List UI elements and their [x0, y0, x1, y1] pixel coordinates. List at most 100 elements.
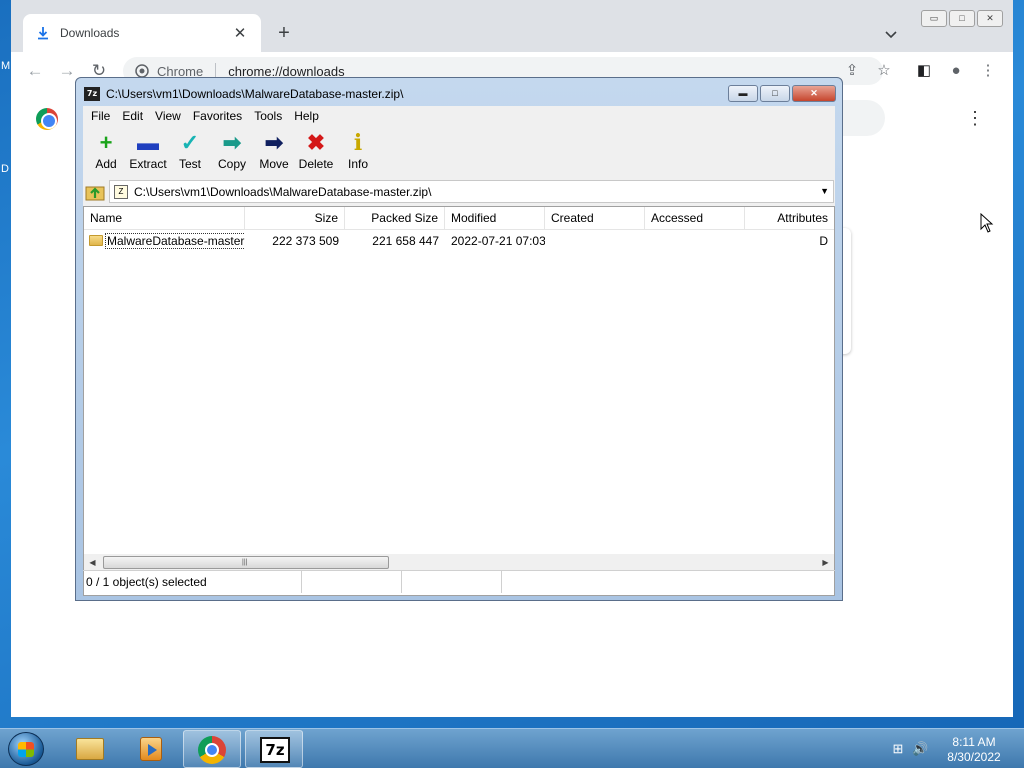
cell-accessed — [645, 231, 745, 251]
menu-bar: File Edit View Favorites Tools Help — [83, 106, 835, 126]
info-label: Info — [347, 157, 368, 171]
status-cell — [402, 571, 502, 593]
delete-label: Delete — [298, 157, 334, 171]
close-tab-icon[interactable]: ✕ — [230, 24, 250, 42]
chrome-tab-strip: Downloads ✕ + ▭ □ ✕ — [11, 0, 1013, 52]
share-icon[interactable]: ⇪ — [843, 62, 861, 80]
maximize-button[interactable]: □ — [760, 85, 790, 102]
column-accessed[interactable]: Accessed — [645, 207, 745, 230]
menu-file[interactable]: File — [85, 106, 116, 126]
scroll-left-icon[interactable]: ◀ — [84, 554, 101, 571]
info-icon: i — [353, 130, 363, 156]
menu-help[interactable]: Help — [288, 106, 325, 126]
minimize-button[interactable]: ▭ — [921, 10, 947, 27]
close-button[interactable]: ✕ — [792, 85, 836, 102]
7zip-client-area: File Edit View Favorites Tools Help + Ad… — [83, 106, 835, 596]
menu-edit[interactable]: Edit — [116, 106, 149, 126]
maximize-button[interactable]: □ — [949, 10, 975, 27]
extract-button[interactable]: ▬ Extract — [127, 127, 169, 177]
address-row: Z C:\Users\vm1\Downloads\MalwareDatabase… — [83, 180, 835, 204]
cell-size: 222 373 509 — [272, 234, 339, 248]
copy-button[interactable]: ➡ Copy — [211, 127, 253, 177]
network-icon[interactable]: ⊞ — [890, 741, 906, 757]
delete-button[interactable]: ✖ Delete — [295, 127, 337, 177]
7zip-toolbar: + Add ▬ Extract ✓ Test ➡ Copy ➡ Move ✖ D… — [83, 127, 835, 177]
extract-minus-icon: ▬ — [137, 130, 159, 155]
chrome-icon — [198, 736, 226, 764]
desktop-icon-label[interactable]: M — [1, 60, 10, 72]
new-tab-button[interactable]: + — [273, 22, 295, 44]
windows-logo-icon — [18, 742, 34, 757]
cell-modified: 2022-07-21 07:03 — [451, 234, 545, 248]
up-folder-icon[interactable] — [84, 182, 106, 202]
taskbar-chrome[interactable] — [183, 730, 241, 768]
mouse-pointer-icon — [980, 213, 994, 233]
clock[interactable]: 8:11 AM 8/30/2022 — [936, 735, 1012, 765]
chrome-window-controls: ▭ □ ✕ — [921, 10, 1003, 27]
taskbar: 7z ⊞ 🔊 8:11 AM 8/30/2022 — [0, 728, 1024, 768]
table-row[interactable]: MalwareDatabase-master 222 373 509 221 6… — [84, 231, 834, 251]
chrome-menu-icon[interactable]: ⋮ — [979, 62, 997, 80]
menu-favorites[interactable]: Favorites — [187, 106, 248, 126]
move-label: Move — [259, 157, 289, 171]
close-button[interactable]: ✕ — [977, 10, 1003, 27]
7zip-icon: 7z — [260, 737, 290, 763]
selection-status: 0 / 1 object(s) selected — [83, 571, 302, 593]
tab-search-chevron-icon[interactable] — [883, 26, 899, 42]
tab-downloads[interactable]: Downloads ✕ — [23, 14, 261, 52]
test-button[interactable]: ✓ Test — [169, 127, 211, 177]
clock-time: 8:11 AM — [952, 735, 996, 749]
minimize-button[interactable]: ▬ — [728, 85, 758, 102]
column-packed-size[interactable]: Packed Size — [345, 207, 445, 230]
column-attributes[interactable]: Attributes — [745, 207, 834, 230]
menu-view[interactable]: View — [149, 106, 187, 126]
horizontal-scrollbar[interactable]: ◀ ||| ▶ — [84, 554, 834, 571]
bookmark-star-icon[interactable]: ☆ — [875, 62, 893, 80]
start-button[interactable] — [8, 732, 44, 766]
desktop-edge: M D — [0, 0, 11, 728]
column-created[interactable]: Created — [545, 207, 645, 230]
path-combobox[interactable]: Z C:\Users\vm1\Downloads\MalwareDatabase… — [109, 180, 834, 203]
chrome-site-icon — [135, 64, 149, 78]
taskbar-explorer[interactable] — [60, 730, 118, 768]
7zip-app-icon[interactable]: 7z — [84, 87, 100, 101]
window-title: C:\Users\vm1\Downloads\MalwareDatabase-m… — [106, 87, 404, 101]
dropdown-arrow-icon[interactable]: ▼ — [820, 186, 829, 196]
menu-tools[interactable]: Tools — [248, 106, 288, 126]
downloads-menu-icon[interactable]: ⋮ — [966, 108, 984, 128]
test-check-icon: ✓ — [180, 130, 200, 155]
grip-icon: ||| — [242, 559, 248, 566]
column-modified[interactable]: Modified — [445, 207, 545, 230]
cell-name: MalwareDatabase-master — [84, 231, 245, 251]
extract-label: Extract — [129, 157, 167, 171]
taskbar-media-player[interactable] — [120, 730, 178, 768]
item-name: MalwareDatabase-master — [105, 233, 245, 249]
move-button[interactable]: ➡ Move — [253, 127, 295, 177]
column-size[interactable]: Size — [245, 207, 345, 230]
add-button[interactable]: + Add — [85, 127, 127, 177]
list-header: Name Size Packed Size Modified Created A… — [84, 207, 834, 230]
scroll-right-icon[interactable]: ▶ — [817, 554, 834, 571]
column-name[interactable]: Name — [84, 207, 245, 230]
scrollbar-thumb[interactable]: ||| — [103, 556, 389, 569]
side-panel-icon[interactable]: ◧ — [915, 62, 933, 80]
back-icon[interactable]: ← — [25, 61, 45, 81]
move-arrow-icon: ➡ — [264, 130, 284, 155]
copy-label: Copy — [217, 157, 246, 171]
status-bar: 0 / 1 object(s) selected — [83, 570, 835, 593]
volume-icon[interactable]: 🔊 — [912, 741, 928, 757]
cell-packed-size: 221 658 447 — [372, 234, 439, 248]
7zip-window: 7z C:\Users\vm1\Downloads\MalwareDatabas… — [75, 77, 843, 601]
forward-icon[interactable]: → — [57, 61, 77, 81]
info-button[interactable]: i Info — [337, 127, 379, 177]
profile-icon[interactable]: ● — [947, 62, 965, 80]
file-list: Name Size Packed Size Modified Created A… — [83, 206, 835, 596]
add-label: Add — [95, 157, 117, 171]
add-plus-icon: + — [99, 130, 113, 155]
cell-attributes: D — [819, 234, 828, 248]
desktop-icon-label[interactable]: D — [1, 163, 9, 175]
taskbar-7zip[interactable]: 7z — [245, 730, 303, 768]
status-cell — [502, 571, 835, 593]
folder-icon — [89, 235, 103, 246]
status-cell — [302, 571, 402, 593]
